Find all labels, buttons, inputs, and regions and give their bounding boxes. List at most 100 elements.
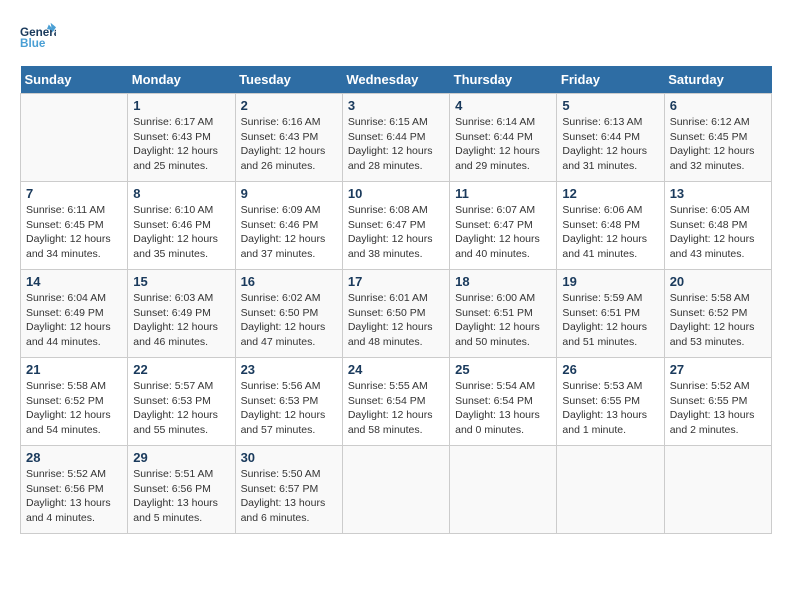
calendar-cell: 6 Sunrise: 6:12 AM Sunset: 6:45 PM Daylig… bbox=[664, 94, 771, 182]
day-number: 3 bbox=[348, 98, 444, 113]
day-info: Sunrise: 6:11 AM Sunset: 6:45 PM Dayligh… bbox=[26, 203, 122, 262]
day-number: 21 bbox=[26, 362, 122, 377]
day-info: Sunrise: 5:54 AM Sunset: 6:54 PM Dayligh… bbox=[455, 379, 551, 438]
day-info: Sunrise: 5:52 AM Sunset: 6:55 PM Dayligh… bbox=[670, 379, 766, 438]
day-number: 10 bbox=[348, 186, 444, 201]
header-thursday: Thursday bbox=[450, 66, 557, 94]
day-info: Sunrise: 6:05 AM Sunset: 6:48 PM Dayligh… bbox=[670, 203, 766, 262]
calendar-cell: 24 Sunrise: 5:55 AM Sunset: 6:54 PM Dayli… bbox=[342, 358, 449, 446]
calendar-cell: 16 Sunrise: 6:02 AM Sunset: 6:50 PM Dayli… bbox=[235, 270, 342, 358]
calendar-cell: 20 Sunrise: 5:58 AM Sunset: 6:52 PM Dayli… bbox=[664, 270, 771, 358]
day-info: Sunrise: 5:58 AM Sunset: 6:52 PM Dayligh… bbox=[26, 379, 122, 438]
day-info: Sunrise: 6:12 AM Sunset: 6:45 PM Dayligh… bbox=[670, 115, 766, 174]
day-number: 25 bbox=[455, 362, 551, 377]
day-info: Sunrise: 6:10 AM Sunset: 6:46 PM Dayligh… bbox=[133, 203, 229, 262]
calendar-cell: 7 Sunrise: 6:11 AM Sunset: 6:45 PM Daylig… bbox=[21, 182, 128, 270]
day-info: Sunrise: 6:17 AM Sunset: 6:43 PM Dayligh… bbox=[133, 115, 229, 174]
day-info: Sunrise: 6:09 AM Sunset: 6:46 PM Dayligh… bbox=[241, 203, 337, 262]
calendar-cell: 2 Sunrise: 6:16 AM Sunset: 6:43 PM Daylig… bbox=[235, 94, 342, 182]
calendar-cell: 26Sunrise: 5:53 AM Sunset: 6:55 PM Dayli… bbox=[557, 358, 664, 446]
calendar-week-row: 1Sunrise: 6:17 AM Sunset: 6:43 PM Daylig… bbox=[21, 94, 772, 182]
header-wednesday: Wednesday bbox=[342, 66, 449, 94]
header-monday: Monday bbox=[128, 66, 235, 94]
day-info: Sunrise: 5:55 AM Sunset: 6:54 PM Dayligh… bbox=[348, 379, 444, 438]
calendar-cell: 13 Sunrise: 6:05 AM Sunset: 6:48 PM Dayli… bbox=[664, 182, 771, 270]
calendar-cell: 9 Sunrise: 6:09 AM Sunset: 6:46 PM Daylig… bbox=[235, 182, 342, 270]
calendar-cell: 19 Sunrise: 5:59 AM Sunset: 6:51 PM Dayli… bbox=[557, 270, 664, 358]
day-number: 26 bbox=[562, 362, 658, 377]
logo: General Blue bbox=[20, 20, 56, 56]
day-number: 8 bbox=[133, 186, 229, 201]
day-number: 16 bbox=[241, 274, 337, 289]
calendar-week-row: 21 Sunrise: 5:58 AM Sunset: 6:52 PM Dayli… bbox=[21, 358, 772, 446]
calendar-cell: 25 Sunrise: 5:54 AM Sunset: 6:54 PM Dayli… bbox=[450, 358, 557, 446]
day-info: Sunrise: 6:06 AM Sunset: 6:48 PM Dayligh… bbox=[562, 203, 658, 262]
calendar-cell bbox=[664, 446, 771, 534]
day-info: Sunrise: 6:15 AM Sunset: 6:44 PM Dayligh… bbox=[348, 115, 444, 174]
day-info: Sunrise: 6:02 AM Sunset: 6:50 PM Dayligh… bbox=[241, 291, 337, 350]
calendar-header-row: SundayMondayTuesdayWednesdayThursdayFrid… bbox=[21, 66, 772, 94]
day-number: 18 bbox=[455, 274, 551, 289]
calendar-cell: 18 Sunrise: 6:00 AM Sunset: 6:51 PM Dayli… bbox=[450, 270, 557, 358]
day-number: 15 bbox=[133, 274, 229, 289]
calendar-cell: 4 Sunrise: 6:14 AM Sunset: 6:44 PM Daylig… bbox=[450, 94, 557, 182]
calendar-week-row: 14 Sunrise: 6:04 AM Sunset: 6:49 PM Dayli… bbox=[21, 270, 772, 358]
day-info: Sunrise: 5:56 AM Sunset: 6:53 PM Dayligh… bbox=[241, 379, 337, 438]
day-number: 2 bbox=[241, 98, 337, 113]
day-number: 4 bbox=[455, 98, 551, 113]
calendar-cell: 8 Sunrise: 6:10 AM Sunset: 6:46 PM Daylig… bbox=[128, 182, 235, 270]
calendar-cell: 29 Sunrise: 5:51 AM Sunset: 6:56 PM Dayli… bbox=[128, 446, 235, 534]
day-number: 22 bbox=[133, 362, 229, 377]
day-info: Sunrise: 6:04 AM Sunset: 6:49 PM Dayligh… bbox=[26, 291, 122, 350]
calendar-cell: 5 Sunrise: 6:13 AM Sunset: 6:44 PM Daylig… bbox=[557, 94, 664, 182]
day-info: Sunrise: 6:03 AM Sunset: 6:49 PM Dayligh… bbox=[133, 291, 229, 350]
day-info: Sunrise: 6:14 AM Sunset: 6:44 PM Dayligh… bbox=[455, 115, 551, 174]
calendar-cell: 28Sunrise: 5:52 AM Sunset: 6:56 PM Dayli… bbox=[21, 446, 128, 534]
calendar-cell: 3 Sunrise: 6:15 AM Sunset: 6:44 PM Daylig… bbox=[342, 94, 449, 182]
day-number: 27 bbox=[670, 362, 766, 377]
day-number: 11 bbox=[455, 186, 551, 201]
day-number: 12 bbox=[562, 186, 658, 201]
calendar-week-row: 28Sunrise: 5:52 AM Sunset: 6:56 PM Dayli… bbox=[21, 446, 772, 534]
day-info: Sunrise: 5:59 AM Sunset: 6:51 PM Dayligh… bbox=[562, 291, 658, 350]
day-info: Sunrise: 6:08 AM Sunset: 6:47 PM Dayligh… bbox=[348, 203, 444, 262]
day-number: 30 bbox=[241, 450, 337, 465]
day-number: 28 bbox=[26, 450, 122, 465]
day-number: 7 bbox=[26, 186, 122, 201]
calendar-cell: 23 Sunrise: 5:56 AM Sunset: 6:53 PM Dayli… bbox=[235, 358, 342, 446]
calendar-cell bbox=[557, 446, 664, 534]
calendar-cell: 11 Sunrise: 6:07 AM Sunset: 6:47 PM Dayli… bbox=[450, 182, 557, 270]
header-saturday: Saturday bbox=[664, 66, 771, 94]
calendar-cell: 1Sunrise: 6:17 AM Sunset: 6:43 PM Daylig… bbox=[128, 94, 235, 182]
day-number: 14 bbox=[26, 274, 122, 289]
day-info: Sunrise: 5:58 AM Sunset: 6:52 PM Dayligh… bbox=[670, 291, 766, 350]
day-info: Sunrise: 6:13 AM Sunset: 6:44 PM Dayligh… bbox=[562, 115, 658, 174]
day-info: Sunrise: 5:51 AM Sunset: 6:56 PM Dayligh… bbox=[133, 467, 229, 526]
calendar-cell bbox=[21, 94, 128, 182]
header-friday: Friday bbox=[557, 66, 664, 94]
day-info: Sunrise: 6:00 AM Sunset: 6:51 PM Dayligh… bbox=[455, 291, 551, 350]
day-number: 13 bbox=[670, 186, 766, 201]
calendar-cell: 27 Sunrise: 5:52 AM Sunset: 6:55 PM Dayli… bbox=[664, 358, 771, 446]
calendar-table: SundayMondayTuesdayWednesdayThursdayFrid… bbox=[20, 66, 772, 534]
day-info: Sunrise: 5:50 AM Sunset: 6:57 PM Dayligh… bbox=[241, 467, 337, 526]
day-number: 17 bbox=[348, 274, 444, 289]
day-info: Sunrise: 6:07 AM Sunset: 6:47 PM Dayligh… bbox=[455, 203, 551, 262]
day-number: 24 bbox=[348, 362, 444, 377]
calendar-cell: 10 Sunrise: 6:08 AM Sunset: 6:47 PM Dayli… bbox=[342, 182, 449, 270]
day-number: 6 bbox=[670, 98, 766, 113]
day-number: 9 bbox=[241, 186, 337, 201]
calendar-cell: 30 Sunrise: 5:50 AM Sunset: 6:57 PM Dayli… bbox=[235, 446, 342, 534]
header-sunday: Sunday bbox=[21, 66, 128, 94]
calendar-cell: 17Sunrise: 6:01 AM Sunset: 6:50 PM Dayli… bbox=[342, 270, 449, 358]
day-number: 29 bbox=[133, 450, 229, 465]
calendar-cell: 22 Sunrise: 5:57 AM Sunset: 6:53 PM Dayli… bbox=[128, 358, 235, 446]
page-header: General Blue bbox=[20, 20, 772, 56]
day-number: 5 bbox=[562, 98, 658, 113]
calendar-week-row: 7 Sunrise: 6:11 AM Sunset: 6:45 PM Daylig… bbox=[21, 182, 772, 270]
day-number: 20 bbox=[670, 274, 766, 289]
day-number: 19 bbox=[562, 274, 658, 289]
day-info: Sunrise: 5:57 AM Sunset: 6:53 PM Dayligh… bbox=[133, 379, 229, 438]
day-info: Sunrise: 6:16 AM Sunset: 6:43 PM Dayligh… bbox=[241, 115, 337, 174]
day-number: 23 bbox=[241, 362, 337, 377]
